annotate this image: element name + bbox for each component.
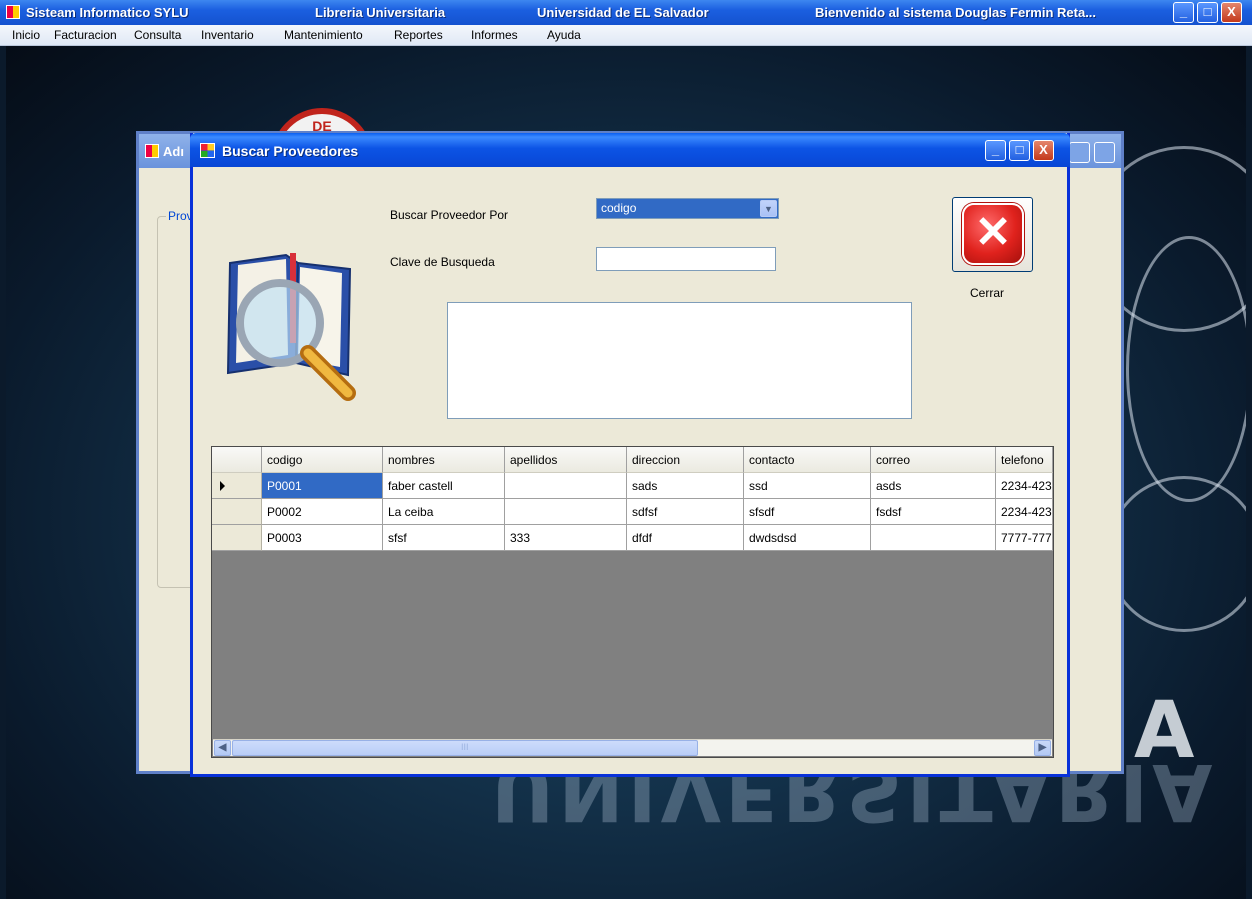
column-header-direccion[interactable]: direccion — [627, 447, 744, 473]
current-row-arrow-icon — [220, 481, 225, 491]
close-icon: X — [1227, 4, 1236, 19]
background-window-title: Adı — [163, 144, 184, 159]
providers-grid[interactable]: codigo nombres apellidos direccion conta… — [211, 446, 1054, 758]
buscar-proveedores-dialog: Buscar Proveedores _ □ X Buscar Proveedo… — [190, 133, 1070, 777]
search-by-value: codigo — [601, 201, 637, 215]
cell-telefono[interactable]: 2234-423 — [996, 473, 1053, 499]
menu-ayuda[interactable]: Ayuda — [547, 28, 581, 42]
menu-facturacion[interactable]: Facturacion — [54, 28, 117, 42]
search-by-label: Buscar Proveedor Por — [390, 208, 509, 222]
app-title: Sisteam Informatico SYLU — [26, 5, 189, 20]
row-header-corner — [212, 447, 262, 473]
cell-codigo[interactable]: P0003 — [262, 525, 383, 551]
book-search-icon — [226, 253, 356, 401]
cerrar-label: Cerrar — [970, 286, 1005, 300]
column-header-telefono[interactable]: telefono — [996, 447, 1053, 473]
row-header[interactable] — [212, 525, 262, 551]
close-x-icon: ✕ — [962, 203, 1024, 265]
dialog-title: Buscar Proveedores — [222, 143, 359, 159]
menu-informes[interactable]: Informes — [471, 28, 518, 42]
column-header-correo[interactable]: correo — [871, 447, 996, 473]
background-logo-fragment: A — [1134, 686, 1199, 776]
cell-nombres[interactable]: sfsf — [383, 525, 505, 551]
maximize-icon: □ — [1015, 142, 1024, 157]
column-header-apellidos[interactable]: apellidos — [505, 447, 627, 473]
cell-direccion[interactable]: sdfsf — [627, 499, 744, 525]
form-icon — [200, 143, 215, 158]
column-header-nombres[interactable]: nombres — [383, 447, 505, 473]
cell-nombres[interactable]: faber castell — [383, 473, 505, 499]
table-row[interactable]: P0001 faber castell sads ssd asds 2234-4… — [212, 473, 1053, 499]
welcome-text: Bienvenido al sistema Douglas Fermin Ret… — [815, 5, 1097, 20]
horizontal-scrollbar[interactable]: ◀ III ▶ — [213, 739, 1052, 756]
cell-codigo[interactable]: P0001 — [262, 473, 383, 499]
library-title: Libreria Universitaria — [315, 5, 446, 20]
cell-contacto[interactable]: ssd — [744, 473, 871, 499]
table-row[interactable]: P0003 sfsf 333 dfdf dwdsdsd 7777-777 — [212, 525, 1053, 551]
cell-nombres[interactable]: La ceiba — [383, 499, 505, 525]
menu-consulta[interactable]: Consulta — [134, 28, 181, 42]
maximize-button[interactable]: □ — [1197, 2, 1218, 23]
scroll-left-icon[interactable]: ◀ — [214, 740, 231, 756]
minimize-button[interactable]: _ — [1173, 2, 1194, 23]
window-icon — [145, 144, 159, 158]
grid-header-row: codigo nombres apellidos direccion conta… — [212, 447, 1053, 473]
close-window-button[interactable]: X — [1221, 2, 1242, 23]
decorative-swirl — [1106, 476, 1246, 632]
results-text-area[interactable] — [447, 302, 912, 419]
dialog-close-button[interactable]: X — [1033, 140, 1054, 161]
table-row[interactable]: P0002 La ceiba sdfsf sfsdf fsdsf 2234-42… — [212, 499, 1053, 525]
bg-close-button[interactable] — [1094, 142, 1115, 163]
cell-apellidos[interactable] — [505, 473, 627, 499]
menu-bar: Inicio Facturacion Consulta Inventario M… — [0, 25, 1252, 46]
minimize-icon: _ — [991, 142, 1000, 157]
cell-telefono[interactable]: 7777-777 — [996, 525, 1053, 551]
bg-maximize-button[interactable] — [1069, 142, 1090, 163]
menu-mantenimiento[interactable]: Mantenimiento — [284, 28, 363, 42]
menu-reportes[interactable]: Reportes — [394, 28, 443, 42]
cell-codigo[interactable]: P0002 — [262, 499, 383, 525]
cell-correo[interactable]: asds — [871, 473, 996, 499]
cell-apellidos[interactable] — [505, 499, 627, 525]
scroll-right-icon[interactable]: ▶ — [1034, 740, 1051, 756]
close-icon: X — [1039, 142, 1048, 157]
dialog-title-bar: Buscar Proveedores _ □ X — [190, 133, 1070, 167]
column-header-codigo[interactable]: codigo — [262, 447, 383, 473]
menu-inicio[interactable]: Inicio — [12, 28, 40, 42]
search-key-input[interactable] — [596, 247, 776, 271]
cell-contacto[interactable]: sfsdf — [744, 499, 871, 525]
scrollbar-thumb[interactable]: III — [232, 740, 698, 756]
cell-direccion[interactable]: sads — [627, 473, 744, 499]
decorative-swirl — [1126, 236, 1246, 502]
main-title-bar: Sisteam Informatico SYLU Libreria Univer… — [0, 0, 1252, 25]
minimize-icon: _ — [1179, 4, 1188, 19]
chevron-down-icon[interactable]: ▼ — [760, 200, 777, 217]
dialog-minimize-button[interactable]: _ — [985, 140, 1006, 161]
cerrar-button[interactable]: ✕ — [952, 197, 1033, 272]
app-icon — [6, 5, 20, 19]
search-key-label: Clave de Busqueda — [390, 255, 495, 269]
cell-correo[interactable] — [871, 525, 996, 551]
dialog-maximize-button[interactable]: □ — [1009, 140, 1030, 161]
cell-contacto[interactable]: dwdsdsd — [744, 525, 871, 551]
maximize-icon: □ — [1203, 4, 1212, 19]
column-header-contacto[interactable]: contacto — [744, 447, 871, 473]
university-title: Universidad de EL Salvador — [537, 5, 709, 20]
cell-correo[interactable]: fsdsf — [871, 499, 996, 525]
search-by-combo[interactable]: codigo ▼ — [596, 198, 779, 219]
cell-telefono[interactable]: 2234-423 — [996, 499, 1053, 525]
cell-direccion[interactable]: dfdf — [627, 525, 744, 551]
row-header[interactable] — [212, 499, 262, 525]
row-header[interactable] — [212, 473, 262, 499]
menu-inventario[interactable]: Inventario — [201, 28, 254, 42]
cell-apellidos[interactable]: 333 — [505, 525, 627, 551]
